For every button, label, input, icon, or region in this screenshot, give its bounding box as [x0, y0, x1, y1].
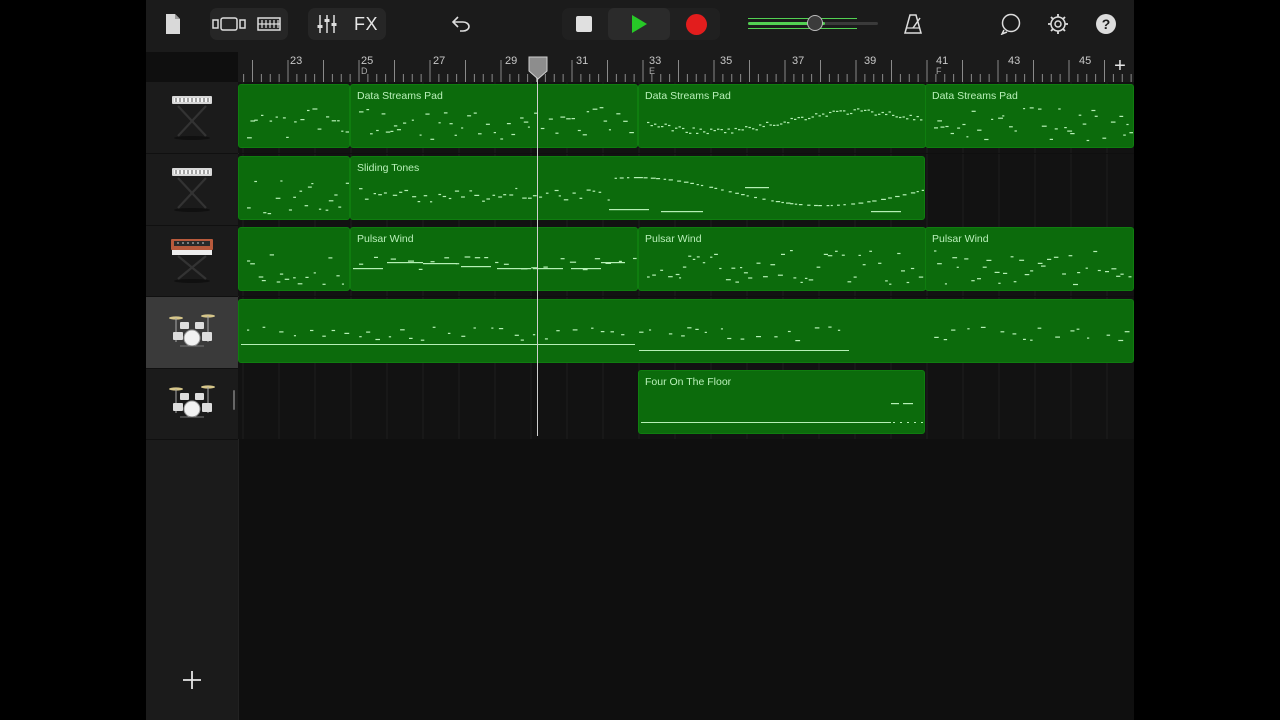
midi-region[interactable]: [238, 155, 350, 220]
help-button[interactable]: ?: [1092, 8, 1120, 40]
document-icon: [166, 14, 180, 34]
bar-number: 39: [864, 55, 877, 67]
fx-button[interactable]: FX: [348, 8, 384, 40]
drum-kit-icon: [167, 379, 217, 428]
note-preview: [247, 179, 349, 214]
midi-region[interactable]: Sliding Tones: [350, 155, 925, 220]
midi-region[interactable]: Four On The Floor: [638, 370, 925, 434]
region-name: Data Streams Pad: [645, 90, 731, 102]
play-button[interactable]: [608, 8, 670, 40]
note-preview: [247, 254, 344, 285]
midi-region[interactable]: Pulsar Wind: [638, 227, 926, 291]
timeline-ruler[interactable]: 23 25 D 27 29 31 33 E 35 37 39 41 F 43 45 +: [238, 52, 1134, 82]
record-button[interactable]: [674, 8, 718, 40]
bar-number: 31: [576, 55, 589, 67]
track-header-analog-synth[interactable]: [146, 225, 238, 297]
track-view-icon: [257, 17, 281, 31]
bar-number: 29: [505, 55, 518, 67]
playhead-handle[interactable]: [528, 56, 548, 80]
tracks-area[interactable]: Data Streams Pad Data Streams Pad Data Str…: [238, 82, 1134, 720]
track-header-drums-1[interactable]: [146, 296, 238, 369]
settings-icon: [1048, 14, 1068, 34]
undo-button[interactable]: [446, 8, 476, 40]
region-name: Sliding Tones: [357, 161, 420, 174]
midi-region[interactable]: [238, 84, 350, 148]
bar-number: 23: [290, 55, 303, 67]
bar-number: 45: [1079, 55, 1092, 67]
midi-region[interactable]: Data Streams Pad: [638, 84, 926, 148]
record-icon: [685, 13, 707, 35]
metronome-icon: [904, 14, 922, 34]
note-preview: [241, 326, 1130, 351]
region-name: Data Streams Pad: [357, 90, 443, 102]
bar-number: 37: [792, 55, 805, 67]
garageband-window: FX ? 23 25 D 27 29 31 33 E 35 37 39 41 F…: [146, 0, 1134, 720]
track-headers: [146, 82, 239, 720]
loop-browser-icon: [1000, 13, 1021, 35]
track-header-drums-2[interactable]: [146, 368, 238, 440]
keyboard-stand-icon: [168, 160, 216, 219]
mixer-button[interactable]: [308, 8, 346, 40]
keyboard-stand-icon: [168, 88, 216, 147]
stop-button[interactable]: [564, 8, 604, 40]
region-name: Pulsar Wind: [645, 233, 702, 245]
stop-icon: [576, 16, 592, 32]
volume-knob[interactable]: [807, 15, 823, 31]
section-marker[interactable]: E: [649, 66, 655, 76]
browser-toggle-button[interactable]: [210, 8, 248, 40]
track-header-synth-pad-2[interactable]: [146, 154, 238, 226]
toolbar: FX ?: [146, 0, 1134, 52]
add-icon: [183, 671, 201, 689]
midi-region[interactable]: [238, 227, 350, 291]
help-icon: ?: [1096, 14, 1116, 34]
my-songs-button[interactable]: [160, 8, 186, 40]
add-section-button[interactable]: +: [1110, 55, 1130, 77]
section-marker[interactable]: D: [361, 66, 368, 76]
bar-number: 35: [720, 55, 733, 67]
playhead-line: [537, 58, 538, 436]
mixer-icon: [317, 15, 337, 33]
track-resize-handle[interactable]: [233, 390, 235, 410]
metronome-button[interactable]: [898, 8, 928, 40]
view-toggle-icon: [212, 17, 246, 31]
midi-region[interactable]: [238, 298, 1134, 363]
analog-synth-icon: [168, 231, 216, 290]
midi-region[interactable]: Data Streams Pad: [925, 84, 1134, 148]
master-volume-slider[interactable]: [748, 15, 878, 31]
midi-region[interactable]: Data Streams Pad: [350, 84, 638, 148]
track-header-synth-pad-1[interactable]: [146, 82, 238, 154]
section-marker[interactable]: F: [936, 66, 942, 76]
play-icon: [632, 15, 647, 33]
midi-region[interactable]: Pulsar Wind: [350, 227, 638, 291]
region-name: Pulsar Wind: [357, 233, 414, 245]
add-track-button[interactable]: [176, 666, 208, 694]
loop-browser-button[interactable]: [996, 8, 1026, 40]
settings-button[interactable]: [1043, 8, 1073, 40]
note-preview: [247, 108, 349, 139]
bar-number: 27: [433, 55, 446, 67]
region-name: Pulsar Wind: [932, 233, 989, 245]
undo-icon: [451, 16, 470, 32]
midi-region[interactable]: Pulsar Wind: [925, 227, 1134, 291]
bar-number: 43: [1008, 55, 1021, 67]
region-name: Data Streams Pad: [932, 90, 1018, 102]
region-name: Four On The Floor: [645, 376, 732, 388]
note-preview: [359, 176, 924, 212]
drum-kit-icon: [167, 308, 217, 357]
tracks-view-button[interactable]: [250, 8, 288, 40]
